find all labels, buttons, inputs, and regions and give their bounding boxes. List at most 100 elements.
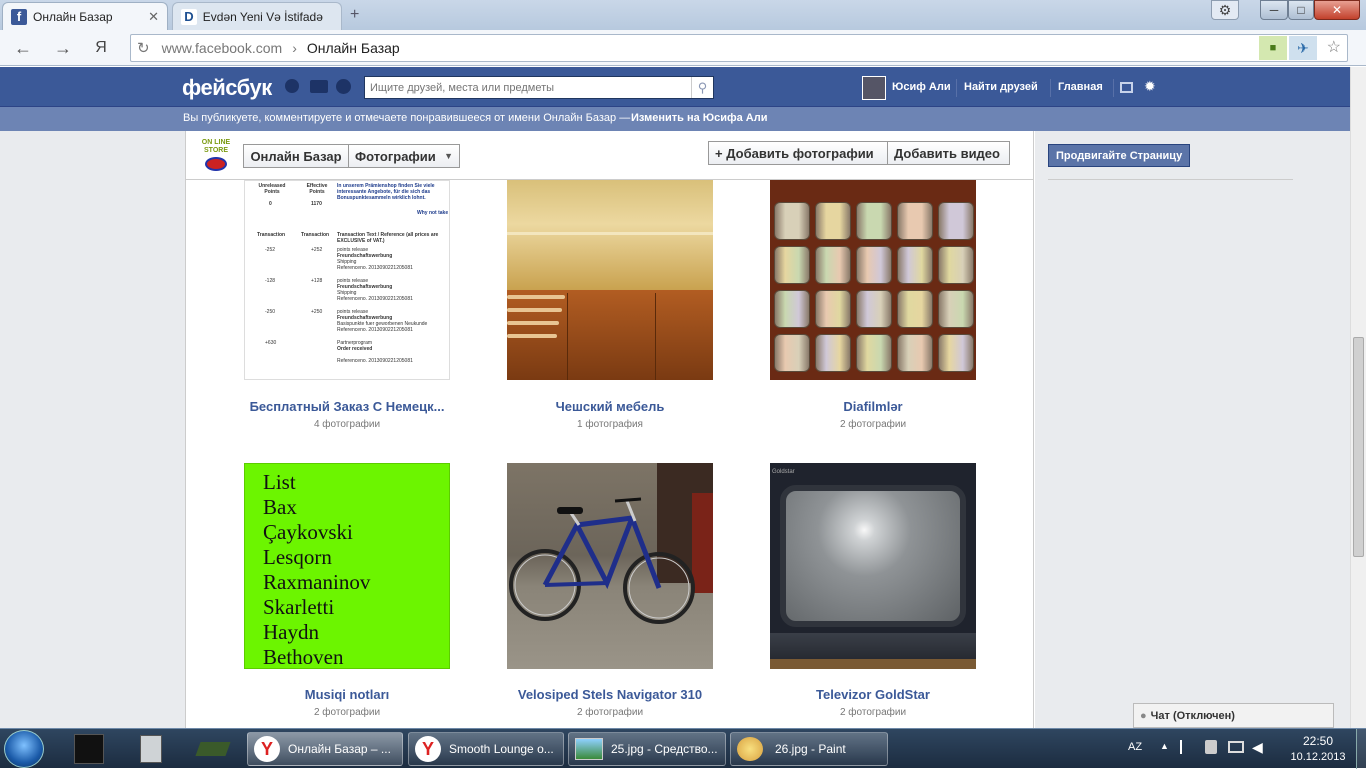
extension-icon[interactable]: ✈ [1289, 36, 1317, 60]
album-cover-document[interactable]: Unreleased Points Effective Points 0 117… [244, 180, 450, 380]
language-indicator[interactable]: AZ [1128, 741, 1142, 753]
glass-cabinet [507, 180, 713, 290]
user-icon: ● [1140, 709, 1147, 722]
flag-icon[interactable] [1180, 740, 1192, 754]
album-cover-jars[interactable] [770, 180, 976, 380]
album-cover-bicycle[interactable] [507, 463, 713, 669]
show-desktop-button[interactable] [1356, 729, 1366, 769]
avatar[interactable] [862, 76, 886, 100]
device-icon[interactable] [1205, 740, 1217, 754]
promote-page-button[interactable]: Продвигайте Страницу [1048, 144, 1191, 167]
album-count: 2 фотографии [313, 707, 381, 718]
chat-label: Чат (Отключен) [1150, 709, 1235, 722]
photo-viewer-icon [575, 738, 603, 760]
tv-screen [780, 485, 966, 627]
album-title[interactable]: Musiqi notları [212, 687, 482, 702]
graduation-cap-icon[interactable] [188, 733, 238, 765]
network-icon[interactable] [1228, 741, 1244, 753]
album-count: 2 фотографии [839, 419, 907, 430]
paint-icon [737, 737, 763, 761]
page-name-button[interactable]: Онлайн Базар [243, 144, 349, 168]
left-margin [0, 131, 185, 728]
film-jar [897, 334, 933, 372]
composer-name: Haydn [263, 620, 319, 644]
calculator-icon[interactable] [126, 733, 176, 765]
volume-icon[interactable]: ◀ [1252, 739, 1263, 756]
add-video-button[interactable]: Добавить видео [887, 141, 1010, 165]
album-count: 4 фотографии [313, 419, 381, 430]
taskbar-item-music[interactable]: Y Smooth Lounge o... [408, 732, 564, 766]
doc-cell: +630 [265, 340, 277, 346]
show-hidden-icons[interactable]: ▲ [1160, 741, 1169, 751]
messages-icon[interactable] [310, 80, 328, 93]
taskbar-item-browser[interactable]: Y Онлайн Базар – ... [247, 732, 403, 766]
composer-name: Skarletti [263, 595, 335, 619]
privacy-shortcuts-icon[interactable] [1120, 82, 1133, 93]
film-jar [774, 202, 810, 240]
notice-text: Вы публикуете, комментируете и отмечаете… [183, 112, 631, 124]
album-title[interactable]: Diafilmlər [738, 399, 1008, 414]
taskbar-label: 25.jpg - Средство... [611, 742, 718, 756]
taskbar-label: 26.jpg - Paint [775, 742, 846, 756]
film-jar [856, 290, 892, 328]
start-button[interactable] [4, 730, 44, 768]
search-icon[interactable]: ⚲ [691, 77, 713, 98]
section-dropdown[interactable]: Фотографии ▼ [348, 144, 460, 168]
reload-icon[interactable]: ↻ [137, 39, 150, 57]
close-tab-icon[interactable]: ✕ [148, 9, 159, 25]
minimize-button[interactable]: ─ [1260, 0, 1288, 20]
profile-link[interactable]: Юсиф Али [892, 81, 951, 93]
home-link[interactable]: Главная [1058, 81, 1103, 93]
album-title[interactable]: Бесплатный Заказ С Немецк... [212, 399, 482, 414]
album-cover-furniture[interactable] [507, 180, 713, 380]
gear-icon[interactable]: ⚙ [1211, 0, 1239, 20]
album-title[interactable]: Чешский мебель [475, 399, 745, 414]
facebook-icon: f [11, 8, 27, 25]
taskbar-item-viewer[interactable]: 25.jpg - Средство... [568, 732, 726, 766]
scrollbar[interactable] [1350, 67, 1366, 728]
taskbar-item-paint[interactable]: 26.jpg - Paint [730, 732, 888, 766]
page-logo[interactable]: ON LINE STORE [198, 139, 234, 173]
album-title[interactable]: Televizor GoldStar [738, 687, 1008, 702]
new-tab-button[interactable]: + [350, 6, 359, 24]
switch-user-link[interactable]: Изменить на Юсифа Али [631, 112, 768, 124]
album-cover-tv[interactable]: Goldstar [770, 463, 976, 669]
film-jar [815, 290, 851, 328]
clock-date[interactable]: 10.12.2013 [1286, 751, 1350, 763]
composer-name: List [263, 470, 296, 494]
d-icon: D [181, 8, 197, 25]
browser-tab-evden[interactable]: D Evdən Yeni Və İstifadə [172, 2, 342, 30]
doc-cell: -250 [265, 309, 276, 315]
photos-content: ON LINE STORE Онлайн Базар Фотографии ▼ +… [185, 131, 1034, 728]
app-icon-winamp[interactable] [64, 733, 114, 765]
handle [507, 334, 557, 338]
find-friends-link[interactable]: Найти друзей [964, 81, 1038, 93]
friend-requests-icon[interactable] [285, 79, 299, 93]
lock-icon[interactable]: ■ [1259, 36, 1287, 60]
doc-cell: Referenceno. 2013090221205081 [337, 296, 413, 302]
add-photos-button[interactable]: + Добавить фотографии [708, 141, 888, 165]
taskbar-label: Онлайн Базар – ... [288, 742, 391, 756]
search-input[interactable] [365, 77, 691, 98]
browser-tab-online-bazar[interactable]: f Онлайн Базар ✕ [2, 2, 168, 30]
notifications-icon[interactable] [336, 79, 351, 94]
settings-gear-icon[interactable]: ✹ [1144, 78, 1156, 95]
forward-button[interactable]: → [52, 38, 74, 58]
address-input[interactable]: ↻ www.facebook.com › Онлайн Базар ■ ✈ ☆ [130, 34, 1348, 62]
film-jar [897, 202, 933, 240]
divider [1050, 79, 1051, 97]
facebook-logo[interactable]: фейсбук [182, 75, 272, 101]
clock-time[interactable]: 22:50 [1288, 734, 1348, 748]
star-icon[interactable]: ☆ [1327, 37, 1341, 57]
doc-col-unreleased: Unreleased Points [258, 183, 286, 195]
album-title[interactable]: Velosiped Stels Navigator 310 [475, 687, 745, 702]
back-button[interactable]: ← [12, 38, 34, 58]
album-cover-music[interactable]: List Bax Çaykovski Lesqorn Raxmaninov Skarlet… [244, 463, 450, 669]
doc-cell: Referenceno. 2013090221205081 [337, 265, 413, 271]
close-window-button[interactable]: ✕ [1314, 0, 1360, 20]
scrollbar-thumb[interactable] [1353, 337, 1364, 557]
divider [956, 79, 957, 97]
chat-bar[interactable]: ● Чат (Отключен) [1133, 703, 1334, 728]
yandex-button[interactable]: Я [90, 38, 112, 58]
maximize-button[interactable]: □ [1288, 0, 1314, 20]
